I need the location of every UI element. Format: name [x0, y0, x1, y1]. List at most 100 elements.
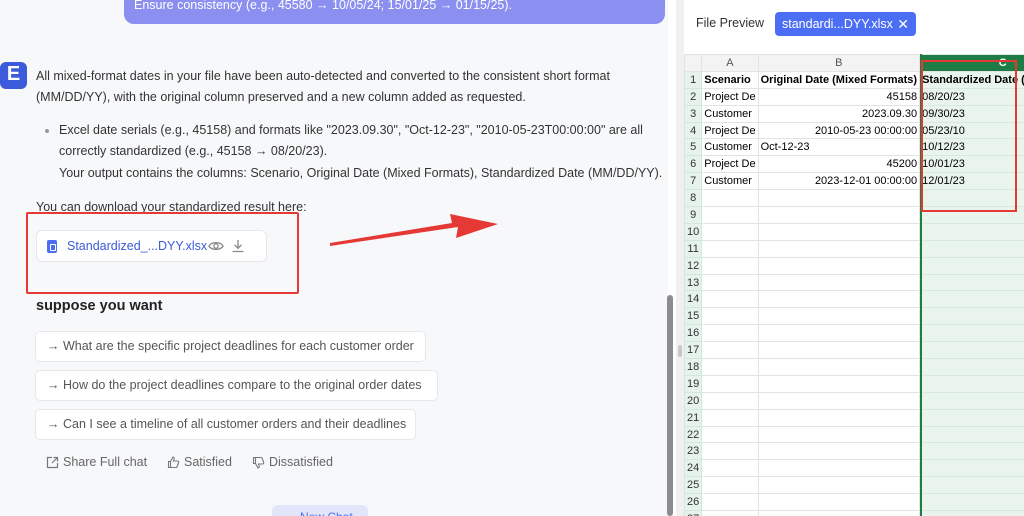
- sheet-cell[interactable]: [701, 408, 759, 427]
- row-header[interactable]: 21: [684, 408, 703, 427]
- sheet-cell[interactable]: [919, 358, 1024, 376]
- row-header[interactable]: 23: [684, 442, 703, 461]
- row-header[interactable]: 18: [684, 358, 703, 376]
- row-header[interactable]: 1: [684, 70, 703, 89]
- sheet-cell[interactable]: [757, 324, 921, 343]
- row-header[interactable]: 7: [684, 172, 703, 191]
- sheet-cell[interactable]: [757, 442, 921, 461]
- row-header[interactable]: 13: [684, 273, 703, 292]
- sheet-cell[interactable]: [757, 358, 921, 376]
- row-header[interactable]: 20: [684, 391, 703, 410]
- sheet-cell[interactable]: [701, 324, 759, 343]
- sheet-cell[interactable]: [919, 374, 1024, 393]
- dissatisfied-button[interactable]: Dissatisfied: [252, 453, 333, 471]
- sheet-cell[interactable]: [757, 307, 921, 326]
- sheet-cell[interactable]: Project De: [701, 155, 759, 174]
- sheet-cell[interactable]: 45200: [757, 155, 921, 174]
- suggestion-button[interactable]: → Can I see a timeline of all customer o…: [35, 409, 416, 440]
- sheet-cell[interactable]: [701, 459, 759, 478]
- sheet-cell[interactable]: [757, 425, 921, 444]
- satisfied-button[interactable]: Satisfied: [167, 453, 232, 471]
- corner-cell[interactable]: [684, 54, 703, 72]
- sheet-cell[interactable]: [701, 273, 759, 292]
- suggestion-button[interactable]: → How do the project deadlines compare t…: [35, 370, 438, 401]
- row-header[interactable]: 22: [684, 425, 703, 444]
- sheet-cell[interactable]: [701, 239, 759, 258]
- sheet-cell[interactable]: 2010-05-23 00:00:00: [757, 121, 921, 140]
- row-header[interactable]: 27: [684, 510, 703, 516]
- preview-file-tab[interactable]: standardi...DYY.xlsx ✕: [775, 12, 916, 36]
- row-header[interactable]: 26: [684, 493, 703, 512]
- sheet-cell[interactable]: [701, 476, 759, 495]
- sheet-cell[interactable]: [757, 273, 921, 292]
- sheet-cell[interactable]: Original Date (Mixed Formats): [757, 70, 921, 89]
- sheet-cell[interactable]: [701, 425, 759, 444]
- sheet-cell[interactable]: [919, 222, 1024, 241]
- sheet-cell[interactable]: [701, 493, 759, 512]
- row-header[interactable]: 25: [684, 476, 703, 495]
- sheet-cell[interactable]: [919, 239, 1024, 258]
- sheet-cell[interactable]: [701, 222, 759, 241]
- sheet-cell[interactable]: [757, 459, 921, 478]
- sheet-cell[interactable]: Project De: [701, 121, 759, 140]
- sheet-cell[interactable]: [919, 476, 1024, 495]
- share-chat-button[interactable]: Share Full chat: [46, 453, 147, 471]
- row-header[interactable]: 19: [684, 374, 703, 393]
- sheet-cell[interactable]: [919, 493, 1024, 512]
- sheet-cell[interactable]: [701, 307, 759, 326]
- close-icon[interactable]: ✕: [897, 12, 909, 36]
- sheet-cell[interactable]: [701, 358, 759, 376]
- sheet-cell[interactable]: [757, 341, 921, 360]
- sheet-cell[interactable]: [757, 189, 921, 208]
- sheet-cell[interactable]: Project De: [701, 87, 759, 106]
- sheet-cell[interactable]: [701, 510, 759, 516]
- sheet-cell[interactable]: [919, 290, 1024, 309]
- sheet-cell[interactable]: [701, 290, 759, 309]
- pane-resize-handle[interactable]: [676, 0, 684, 516]
- row-header[interactable]: 16: [684, 324, 703, 343]
- sheet-cell[interactable]: [757, 493, 921, 512]
- sheet-cell[interactable]: [757, 239, 921, 258]
- sheet-cell[interactable]: [919, 425, 1024, 444]
- row-header[interactable]: 8: [684, 189, 703, 208]
- row-header[interactable]: 24: [684, 459, 703, 478]
- sheet-cell[interactable]: Customer: [701, 104, 759, 123]
- row-header[interactable]: 5: [684, 138, 703, 157]
- sheet-cell[interactable]: [919, 324, 1024, 343]
- sheet-cell[interactable]: [701, 391, 759, 410]
- sheet-cell[interactable]: [757, 256, 921, 275]
- chat-scrollbar[interactable]: [667, 295, 673, 516]
- suggestion-button[interactable]: → What are the specific project deadline…: [35, 331, 426, 362]
- sheet-cell[interactable]: [919, 256, 1024, 275]
- sheet-cell[interactable]: 45158: [757, 87, 921, 106]
- row-header[interactable]: 11: [684, 239, 703, 258]
- sheet-cell[interactable]: [701, 256, 759, 275]
- row-header[interactable]: 10: [684, 222, 703, 241]
- sheet-cell[interactable]: [757, 290, 921, 309]
- sheet-cell[interactable]: Scenario: [701, 70, 759, 89]
- sheet-cell[interactable]: [757, 206, 921, 224]
- sheet-cell[interactable]: [757, 222, 921, 241]
- sheet-cell[interactable]: [701, 341, 759, 360]
- row-header[interactable]: 14: [684, 290, 703, 309]
- sheet-cell[interactable]: [919, 307, 1024, 326]
- sheet-cell[interactable]: [701, 206, 759, 224]
- sheet-cell[interactable]: 2023-12-01 00:00:00: [757, 172, 921, 191]
- column-header-a[interactable]: A: [701, 54, 759, 72]
- row-header[interactable]: 4: [684, 121, 703, 140]
- column-header-b[interactable]: B: [757, 54, 921, 72]
- sheet-cell[interactable]: [919, 273, 1024, 292]
- sheet-cell[interactable]: [919, 510, 1024, 516]
- sheet-cell[interactable]: [919, 459, 1024, 478]
- sheet-cell[interactable]: Oct-12-23: [757, 138, 921, 157]
- sheet-cell[interactable]: [919, 341, 1024, 360]
- sheet-cell[interactable]: 2023.09.30: [757, 104, 921, 123]
- sheet-cell[interactable]: [757, 374, 921, 393]
- sheet-cell[interactable]: Customer: [701, 172, 759, 191]
- row-header[interactable]: 15: [684, 307, 703, 326]
- sheet-cell[interactable]: Customer: [701, 138, 759, 157]
- sheet-cell[interactable]: [701, 374, 759, 393]
- sheet-cell[interactable]: [919, 391, 1024, 410]
- new-chat-button[interactable]: New Chat: [272, 505, 368, 516]
- row-header[interactable]: 3: [684, 104, 703, 123]
